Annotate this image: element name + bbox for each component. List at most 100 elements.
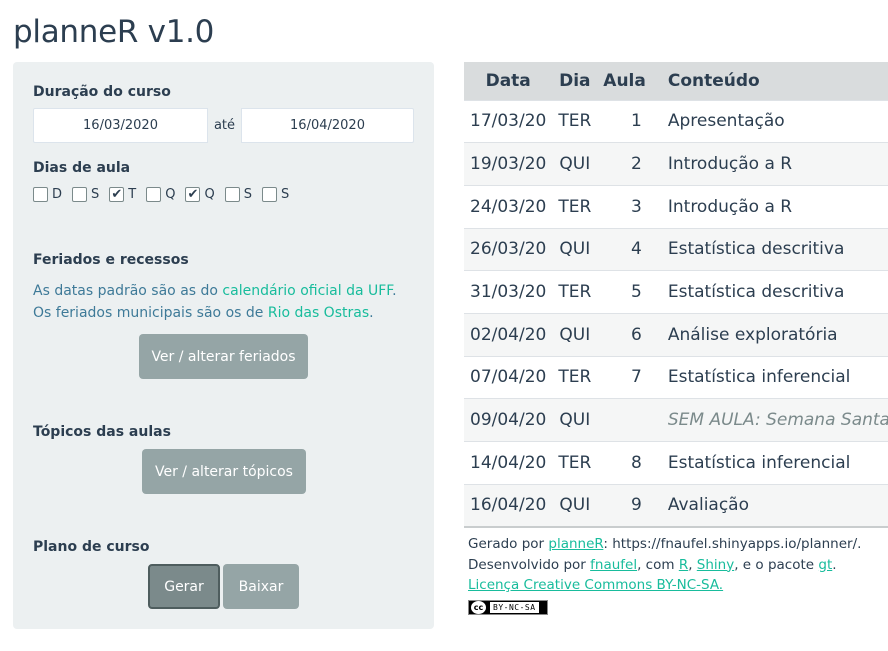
header-dia: Dia bbox=[552, 62, 598, 100]
cell-content: Estatística inferencial bbox=[651, 441, 888, 485]
download-button[interactable]: Baixar bbox=[223, 564, 299, 609]
cc-license-badge[interactable]: cc BY-NC-SA bbox=[468, 600, 548, 615]
footnote-line-1: Gerado por planneR: https://fnaufel.shin… bbox=[468, 536, 862, 552]
cell-class-number bbox=[597, 398, 652, 442]
footnote-line-3: Licença Creative Commons BY-NC-SA. bbox=[468, 575, 861, 596]
day-label: S bbox=[91, 187, 100, 202]
cell-content: Estatística inferencial bbox=[651, 355, 888, 399]
table-row: 17/03/20 TER 1 Apresentação bbox=[464, 99, 888, 143]
day-option[interactable]: ✔ T bbox=[109, 187, 136, 202]
holidays-info-line-2: Os feriados municipais são os de Rio das… bbox=[33, 305, 374, 321]
cell-class-number: 2 bbox=[597, 142, 652, 186]
header-data: Data bbox=[464, 62, 553, 100]
generate-button[interactable]: Gerar bbox=[148, 564, 220, 609]
cell-class-number: 1 bbox=[597, 99, 652, 143]
cell-class-number: 5 bbox=[597, 270, 652, 314]
day-label: T bbox=[128, 187, 137, 202]
shiny-link[interactable]: Shiny bbox=[697, 557, 734, 573]
cell-class-number: 8 bbox=[597, 441, 652, 485]
cell-class-number: 6 bbox=[597, 312, 652, 357]
cell-day: QUI bbox=[552, 227, 598, 271]
cell-date: 09/04/20 bbox=[464, 398, 553, 442]
day-label: D bbox=[52, 187, 63, 202]
checkbox-unchecked[interactable] bbox=[146, 187, 162, 202]
cell-date: 26/03/20 bbox=[464, 227, 553, 271]
day-option[interactable]: Q bbox=[146, 187, 175, 202]
cell-day: QUI bbox=[552, 312, 598, 357]
cell-content: Análise exploratória bbox=[651, 312, 888, 357]
checkbox-checked[interactable]: ✔ bbox=[109, 187, 125, 202]
cell-day: TER bbox=[552, 441, 598, 485]
checkbox-unchecked[interactable] bbox=[261, 187, 277, 202]
day-label: S bbox=[243, 187, 252, 202]
cell-content: SEM AULA: Semana Santa bbox=[651, 398, 888, 442]
cell-content: Introdução a R bbox=[651, 184, 888, 229]
class-days-checkboxes: D S ✔ T Q ✔ Q S S bbox=[33, 187, 299, 202]
cell-content: Estatística descritiva bbox=[651, 227, 888, 271]
cell-day: TER bbox=[552, 270, 598, 314]
cc-icon: cc bbox=[471, 601, 486, 614]
cell-date: 19/03/20 bbox=[464, 142, 553, 186]
holidays-label: Feriados e recessos bbox=[33, 252, 189, 268]
schedule-table: Data Dia Aula Conteúdo 17/03/20 TER 1 Apres… bbox=[464, 62, 888, 528]
course-plan-label: Plano de curso bbox=[33, 539, 150, 555]
day-option[interactable]: D bbox=[33, 187, 62, 202]
cell-class-number: 3 bbox=[597, 184, 652, 229]
cell-content: Introdução a R bbox=[651, 142, 888, 186]
checkbox-unchecked[interactable] bbox=[33, 187, 48, 202]
table-row: 16/04/20 QUI 9 Avaliação bbox=[464, 483, 888, 528]
cell-content: Apresentação bbox=[651, 99, 888, 143]
table-row: 31/03/20 TER 5 Estatística descritiva bbox=[464, 270, 888, 314]
cell-date: 31/03/20 bbox=[464, 270, 553, 314]
holidays-info: As datas padrão são as do calendário ofi… bbox=[33, 280, 397, 324]
day-option[interactable]: S bbox=[72, 187, 99, 202]
cell-day: TER bbox=[552, 355, 598, 399]
header-conteudo: Conteúdo bbox=[651, 62, 888, 100]
table-row: 26/03/20 QUI 4 Estatística descritiva bbox=[464, 227, 888, 271]
date-separator: até bbox=[208, 108, 241, 143]
fnaufel-link[interactable]: fnaufel bbox=[590, 557, 637, 573]
day-label: Q bbox=[165, 187, 176, 202]
cell-day: QUI bbox=[552, 398, 598, 442]
table-footnote: Gerado por planneR: https://fnaufel.shin… bbox=[468, 534, 861, 596]
checkbox-checked[interactable]: ✔ bbox=[185, 187, 201, 202]
class-days-label: Dias de aula bbox=[33, 160, 131, 176]
day-option[interactable]: S bbox=[224, 187, 252, 202]
start-date-input[interactable] bbox=[33, 108, 208, 143]
cell-content: Avaliação bbox=[651, 483, 888, 528]
footnote-line-2: Desenvolvido por fnaufel, com R, Shiny, … bbox=[468, 556, 837, 573]
planner-link[interactable]: planneR bbox=[548, 536, 603, 552]
cell-content: Estatística descritiva bbox=[651, 270, 888, 314]
edit-topics-button[interactable]: Ver / alterar tópicos bbox=[142, 449, 306, 494]
license-link[interactable]: Licença Creative Commons BY-NC-SA. bbox=[468, 577, 723, 593]
app-title: planneR v1.0 bbox=[13, 14, 215, 50]
table-row: 02/04/20 QUI 6 Análise exploratória bbox=[464, 312, 888, 357]
table-row: 07/04/20 TER 7 Estatística inferencial bbox=[464, 355, 888, 399]
cell-class-number: 9 bbox=[597, 483, 652, 528]
date-range: até bbox=[33, 108, 414, 143]
gt-link[interactable]: gt bbox=[818, 557, 832, 573]
cell-date: 16/04/20 bbox=[464, 483, 553, 528]
cell-date: 24/03/20 bbox=[464, 184, 553, 229]
checkbox-unchecked[interactable] bbox=[72, 187, 88, 202]
topics-label: Tópicos das aulas bbox=[33, 424, 171, 440]
cell-day: TER bbox=[552, 184, 598, 229]
cell-class-number: 4 bbox=[597, 227, 652, 271]
rio-das-ostras-link[interactable]: Rio das Ostras bbox=[268, 305, 369, 321]
day-option[interactable]: ✔ Q bbox=[185, 187, 215, 202]
cell-date: 07/04/20 bbox=[464, 355, 553, 399]
table-row: 19/03/20 QUI 2 Introdução a R bbox=[464, 142, 888, 186]
checkbox-unchecked[interactable] bbox=[224, 187, 240, 202]
day-option[interactable]: S bbox=[261, 187, 289, 202]
end-date-input[interactable] bbox=[241, 108, 414, 143]
cc-badge-text: BY-NC-SA bbox=[490, 602, 539, 613]
day-label: Q bbox=[204, 187, 215, 202]
cell-day: QUI bbox=[552, 142, 598, 186]
cell-class-number: 7 bbox=[597, 355, 652, 399]
edit-holidays-button[interactable]: Ver / alterar feriados bbox=[139, 334, 308, 379]
r-link[interactable]: R bbox=[679, 557, 688, 573]
holidays-info-line-1: As datas padrão são as do calendário ofi… bbox=[33, 283, 397, 299]
header-aula: Aula bbox=[597, 62, 652, 100]
uff-calendar-link[interactable]: calendário oficial da UFF bbox=[222, 283, 392, 299]
table-row: 24/03/20 TER 3 Introdução a R bbox=[464, 184, 888, 229]
